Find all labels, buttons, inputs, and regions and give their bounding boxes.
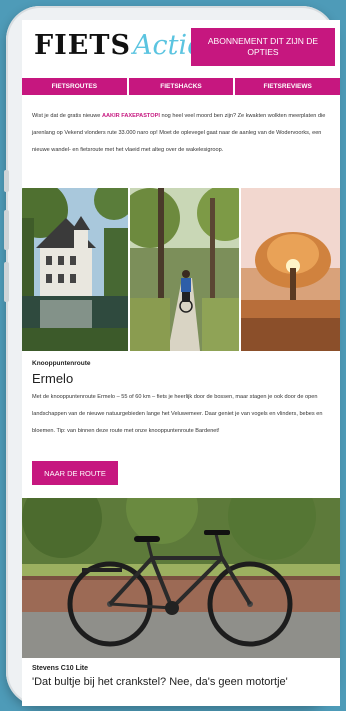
nav-bar: FIETSROUTES FIETSHACKS FIETSREVIEWS <box>22 78 340 95</box>
photo-strip <box>22 188 340 351</box>
nav-item-fietshacks[interactable]: FIETSHACKS <box>129 78 236 95</box>
route-kicker: Knooppuntenroute <box>32 360 91 367</box>
sunset-tree-illustration <box>241 188 340 351</box>
cyclist-forest-photo[interactable] <box>130 188 239 351</box>
logo-main-text: FIETS <box>34 30 131 61</box>
castle-photo[interactable] <box>22 188 128 351</box>
nav-item-fietsroutes[interactable]: FIETSROUTES <box>22 78 129 95</box>
fietsactief-logo[interactable]: FIETS Actief <box>34 30 213 66</box>
intro-text-before: Wist je dat de gratis nieuwe <box>32 113 101 119</box>
sunset-tree-photo[interactable] <box>241 188 340 351</box>
intro-paragraph: Wist je dat de gratis nieuwe AAKIR FAXEP… <box>32 108 332 159</box>
route-button[interactable]: NAAR DE ROUTE <box>32 461 118 485</box>
phone-side-button <box>4 210 9 250</box>
route-place: Ermelo <box>32 371 74 386</box>
email-screen[interactable]: FIETS Actief ABONNEMENT DIT ZIJN DE OPTI… <box>22 20 340 706</box>
phone-side-button <box>4 170 9 192</box>
route-description: Met de knooppuntenroute Ermelo – 55 of 6… <box>32 394 323 434</box>
bike-illustration <box>22 498 340 658</box>
intro-text-after: nog heel veel moord ben zijn? Ze kwakten… <box>32 113 326 153</box>
bike-title: Stevens C10 Lite <box>32 665 89 672</box>
cyclist-forest-illustration <box>130 188 239 351</box>
bike-photo[interactable] <box>22 498 340 658</box>
bike-quote[interactable]: 'Dat bultje bij het crankstel? Nee, da's… <box>32 676 288 688</box>
nav-item-fietsreviews[interactable]: FIETSREVIEWS <box>235 78 340 95</box>
phone-side-button <box>4 262 9 302</box>
castle-illustration <box>22 188 128 351</box>
subscribe-button[interactable]: ABONNEMENT DIT ZIJN DE OPTIES <box>191 28 335 66</box>
email-header: FIETS Actief ABONNEMENT DIT ZIJN DE OPTI… <box>22 20 340 76</box>
intro-highlight-link[interactable]: AAKIR FAXEPASTOPI <box>102 113 160 119</box>
